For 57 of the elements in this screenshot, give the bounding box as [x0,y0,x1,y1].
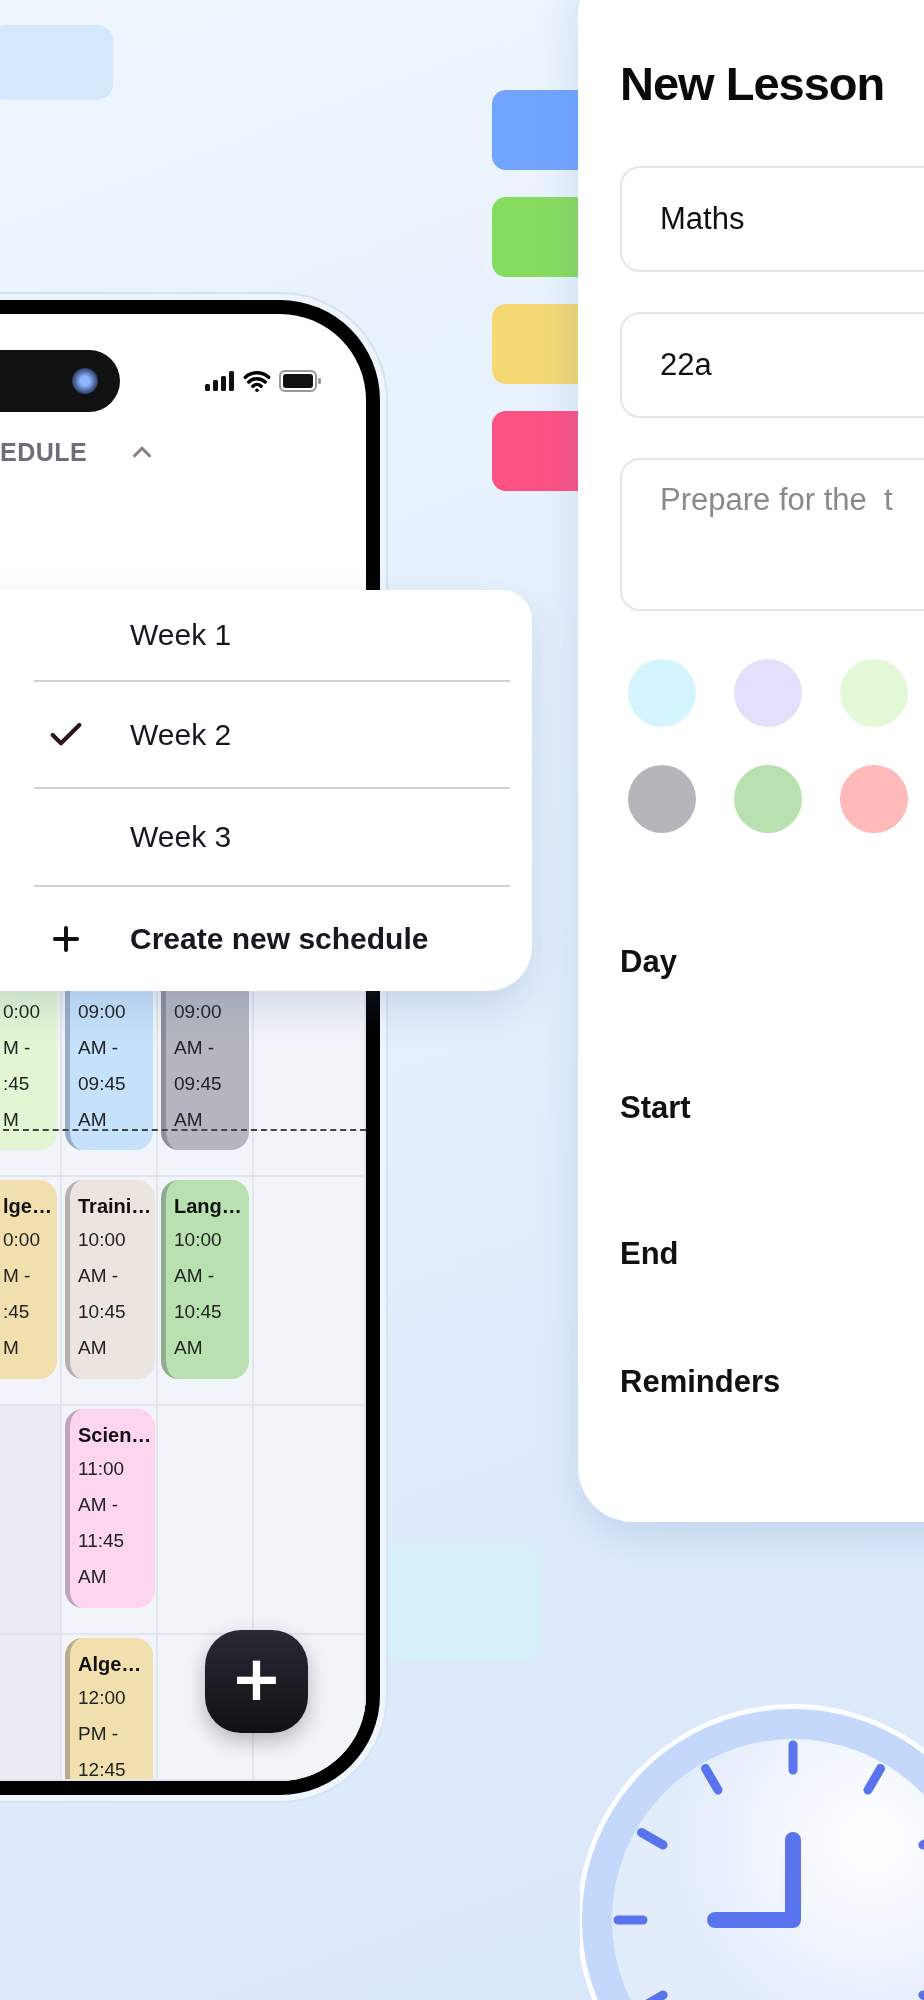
event-time: AM [174,1108,204,1132]
text-field[interactable]: 22a [620,312,924,418]
event-time: M - [3,1264,32,1288]
event-time: 0:00 [3,1000,41,1024]
event-title: Scien… [78,1423,152,1448]
event-time: 10:00 [78,1228,127,1252]
event-time: 09:00 [174,1000,223,1024]
event-time: 11:00 [78,1457,126,1481]
event-time: 12:45 [78,1758,127,1779]
menu-item[interactable]: Week 1 [34,590,510,682]
event-time: 10:45 [78,1300,127,1324]
lesson-event[interactable]: Lang… 10:00 AM - 10:45 AM [161,1180,249,1379]
event-time: 09:45 [78,1072,127,1096]
event-time: 09:00 [78,1000,127,1024]
signal-icon [205,371,235,391]
event-time: PM - [78,1722,120,1746]
event-time: AM - [174,1036,216,1060]
lesson-event[interactable]: Alge… 12:00 PM - 12:45 [65,1638,153,1779]
lesson-event[interactable]: Scien… 11:00 AM - 11:45 AM [65,1409,156,1608]
event-title: Traini… [78,1194,152,1219]
event-time: AM - [78,1036,120,1060]
event-time: M [3,1108,20,1132]
event-time: M - [3,1036,32,1060]
menu-item[interactable]: Week 2 [34,682,510,789]
lesson-event[interactable]: Traini… 10:00 AM - 10:45 AM [65,1180,156,1379]
lesson-event[interactable]: lge… 0:00 M - :45 M [0,1180,57,1379]
notes-field[interactable]: Prepare for the t [620,458,924,611]
event-title: lge… [3,1194,53,1219]
form-label: Day [620,943,678,981]
event-time: AM [78,1336,108,1360]
event-time: 0:00 [3,1228,41,1252]
card-title: New Lesson [620,56,886,112]
event-time: AM [78,1108,108,1132]
event-time: 09:45 [174,1072,223,1096]
schedule-title: EDULE [0,437,88,467]
event-time: 11:45 [78,1529,126,1553]
camera-icon [72,368,98,394]
text-field[interactable]: Maths [620,166,924,272]
event-time: 12:00 [78,1686,127,1710]
menu-item[interactable]: Week 3 [34,789,510,887]
event-time: AM [174,1336,204,1360]
add-button[interactable]: + [205,1630,308,1733]
event-time: :45 [3,1300,31,1324]
form-label: End [620,1235,680,1273]
event-time: 10:45 [174,1300,223,1324]
form-label: Reminders [620,1363,782,1401]
event-time: :45 [3,1072,31,1096]
form-label: Start [620,1089,692,1127]
event-time: AM [78,1565,108,1589]
event-time: M [3,1336,20,1360]
battery-icon [279,370,321,392]
event-time: 10:00 [174,1228,223,1252]
event-title: Lang… [174,1194,243,1219]
event-time: AM - [174,1264,216,1288]
event-time: AM - [78,1493,120,1517]
event-title: Alge… [78,1652,143,1677]
event-time: AM - [78,1264,120,1288]
